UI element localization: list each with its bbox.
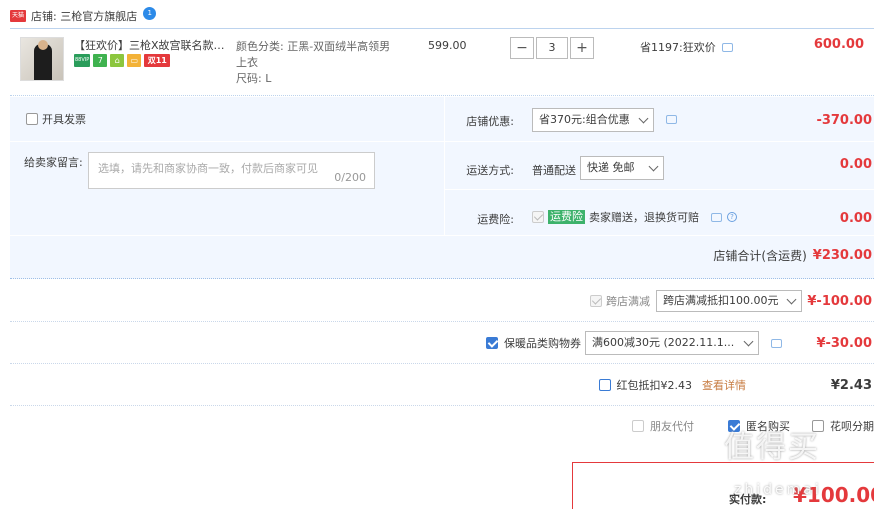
store-subtotal: 店铺合计(含运费) ¥230.00 (713, 248, 872, 263)
help-icon[interactable]: ? (727, 212, 737, 222)
red-packet-row: 红包抵扣¥2.43 查看详情 ¥2.43 (10, 364, 874, 406)
store-discount-select[interactable]: 省370元:组合优惠 (532, 108, 654, 132)
chevron-down-icon (648, 161, 659, 172)
coupon-row: 保暖品类购物券 满600减30元 (2022.11.1... ¥-30.00 (10, 322, 874, 364)
service-badge-icon: ⌂ (110, 54, 125, 67)
shipping-type: 普通配送 (532, 164, 576, 177)
item-savings: 省1197:狂欢价 (640, 39, 733, 55)
item-title-link[interactable]: 【狂欢价】三枪X故宫联名款保... (74, 37, 234, 53)
cross-store-select[interactable]: 跨店满减抵扣100.00元 (656, 290, 802, 312)
comment-icon[interactable] (721, 42, 733, 52)
insurance-tag: 运费险 (548, 210, 585, 224)
coupon-amount: ¥-30.00 (816, 335, 872, 351)
red-packet-amount: ¥2.43 (830, 377, 872, 393)
watermark-logo: 值得买 (724, 430, 820, 465)
store-name-link[interactable]: 店铺: 三枪官方旗舰店 (31, 8, 137, 24)
tmall-logo-icon: 天猫 (10, 10, 26, 22)
view-details-link[interactable]: 查看详情 (702, 377, 746, 393)
shipping-amount: 0.00 (839, 157, 872, 172)
shipping-select[interactable]: 快递 免邮 (580, 156, 664, 180)
watermark-text: zhidemai (734, 482, 822, 498)
insurance-option: 运费险 卖家赠送，退换货可赔 ? (532, 209, 737, 225)
store-discount-amount: -370.00 (816, 113, 872, 128)
chevron-down-icon (786, 294, 797, 305)
insurance-checkbox[interactable] (532, 211, 544, 223)
coupon-select[interactable]: 满600减30元 (2022.11.1... (585, 331, 759, 355)
item-subtotal: 600.00 (813, 37, 864, 52)
red-packet-checkbox[interactable] (598, 379, 611, 391)
item-badges: 88VIP 7 ⌂ ▭ 双11 (74, 54, 171, 67)
cross-store-checkbox[interactable] (590, 295, 602, 307)
comment-icon[interactable] (666, 115, 677, 124)
item-thumbnail[interactable] (20, 37, 64, 81)
item-sku: 颜色分类: 正黑-双面绒半高领男 上衣 尺码: L (236, 40, 391, 85)
friend-pay-checkbox[interactable] (632, 420, 644, 432)
coupon-checkbox[interactable] (486, 337, 498, 349)
message-label: 给卖家留言: (24, 156, 83, 169)
comment-icon[interactable] (771, 338, 782, 348)
payment-summary-box: 实付款: ¥100.00 (572, 462, 874, 509)
comment-icon[interactable] (711, 212, 722, 222)
qty-decrease-button[interactable]: − (510, 37, 534, 59)
qty-input[interactable]: 3 (536, 37, 568, 59)
insurance-label: 运费险: (477, 213, 514, 226)
cross-store-discount-row: 跨店满减 跨店满减抵扣100.00元 ¥-100.00 (10, 280, 874, 322)
seller-message-input[interactable]: 选填，请先和商家协商一致，付款后商家可见 0/200 (88, 152, 375, 189)
chevron-down-icon (638, 113, 649, 124)
store-header: 天猫 店铺: 三枪官方旗舰店 1 (10, 6, 157, 26)
invoice-option[interactable]: 开具发票 (26, 111, 86, 127)
insurance-amount: 0.00 (839, 211, 872, 226)
store-chat-icon[interactable]: 1 (143, 6, 157, 20)
card-payment-icon: ▭ (127, 54, 142, 67)
invoice-checkbox[interactable] (26, 113, 38, 125)
order-options-panel: 开具发票 给卖家留言: 选填，请先和商家协商一致，付款后商家可见 0/200 店… (10, 97, 874, 279)
message-char-count: 0/200 (334, 171, 366, 184)
quantity-stepper: − 3 + (510, 37, 594, 59)
cart-item-row: 【狂欢价】三枪X故宫联名款保... 88VIP 7 ⌂ ▭ 双11 颜色分类: … (10, 28, 874, 96)
item-unit-price: 599.00 (428, 39, 467, 52)
shipping-label: 运送方式: (466, 164, 514, 177)
cross-store-amount: ¥-100.00 (807, 293, 872, 309)
qty-increase-button[interactable]: + (570, 37, 594, 59)
double-eleven-badge: 双11 (144, 54, 171, 67)
seven-day-return-icon: 7 (93, 54, 108, 67)
store-discount-label: 店铺优惠: (466, 115, 514, 128)
vip-badge-icon: 88VIP (74, 54, 91, 67)
chevron-down-icon (743, 336, 754, 347)
